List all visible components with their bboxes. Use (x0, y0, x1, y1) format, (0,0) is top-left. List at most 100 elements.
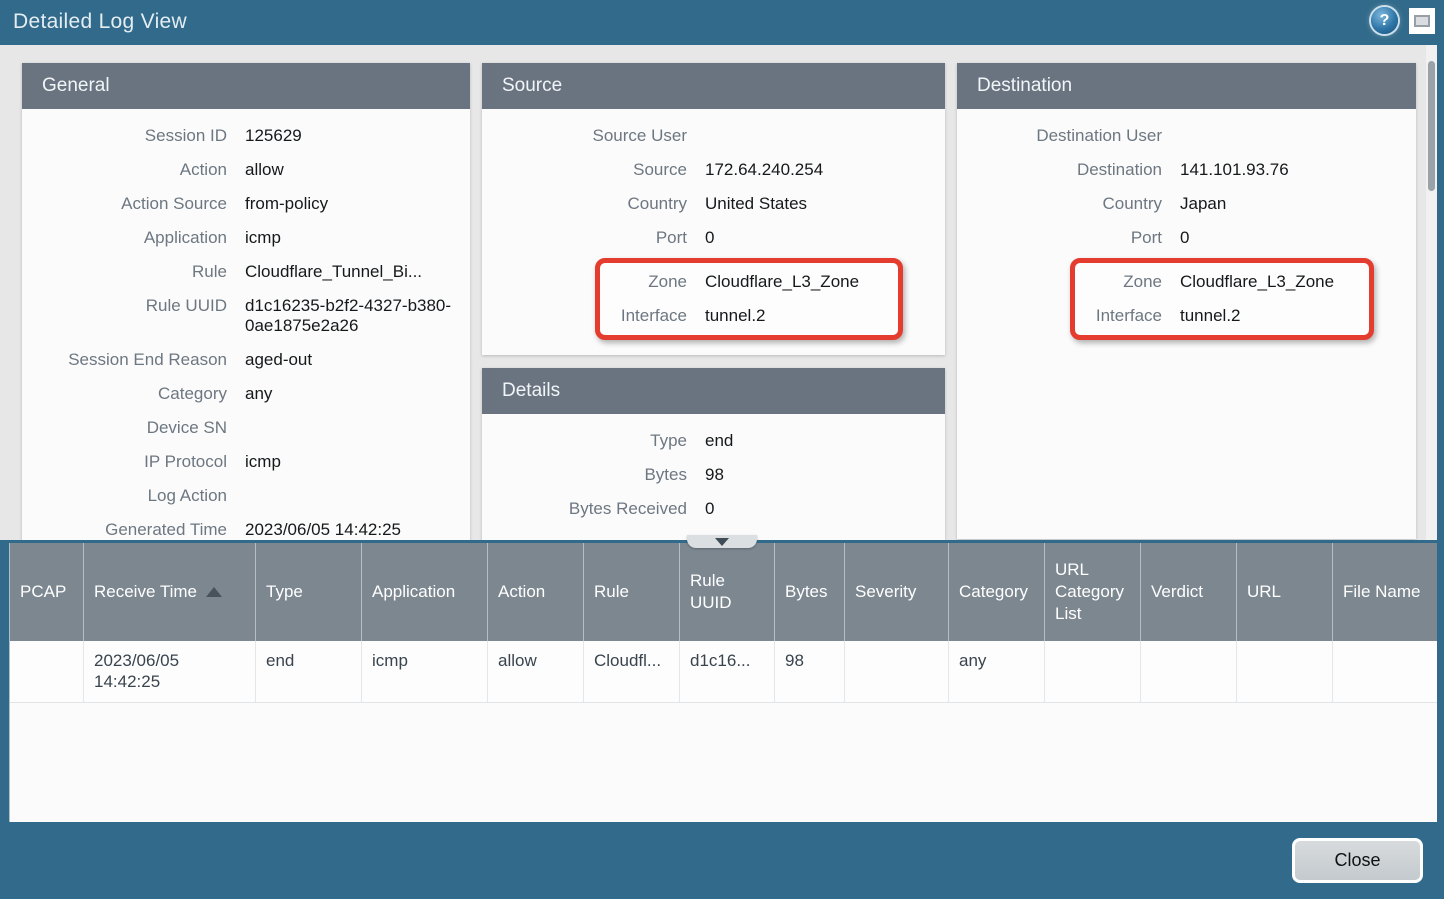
column-header-application[interactable]: Application (361, 543, 487, 641)
source-panel: SourceSource UserSource172.64.240.254Cou… (482, 63, 945, 355)
column-header-verdict[interactable]: Verdict (1140, 543, 1236, 641)
field-destination: Destination141.101.93.76 (957, 153, 1416, 187)
field-value-generated-time: 2023/06/05 14:42:25 (245, 520, 470, 540)
column-header-rule-uuid[interactable]: Rule UUID (679, 543, 774, 641)
field-value-category: any (245, 384, 470, 404)
panel-body-source: Source UserSource172.64.240.254CountryUn… (482, 109, 945, 355)
field-action: Actionallow (22, 153, 470, 187)
field-label-action: Action (22, 160, 227, 180)
column-header-type[interactable]: Type (255, 543, 361, 641)
field-label-bytes-received: Bytes Received (482, 499, 687, 519)
field-action-source: Action Source from-policy (22, 187, 470, 221)
field-value-application: icmp (245, 228, 470, 248)
column-label: Verdict (1151, 581, 1203, 603)
column-header-bytes[interactable]: Bytes (774, 543, 844, 641)
field-value-destination: 141.101.93.76 (1180, 160, 1416, 180)
collapse-pane-handle[interactable] (687, 535, 757, 548)
scrollbar-thumb[interactable] (1428, 61, 1435, 191)
field-label-application: Application (22, 228, 227, 248)
highlight-annotation-box: ZoneCloudflare_L3_ZoneInterfacetunnel.2 (595, 258, 903, 340)
panel-body-general: Session ID125629ActionallowAction Source… (22, 109, 470, 540)
field-label-interface: Interface (600, 306, 687, 326)
field-value-port: 0 (1180, 228, 1416, 248)
field-value-bytes-received: 0 (705, 499, 945, 519)
field-application: Application icmp (22, 221, 470, 255)
field-label-country: Country (482, 194, 687, 214)
cell-type: end (255, 641, 361, 702)
field-destination-user: Destination User (957, 119, 1416, 153)
field-value-action-source: from-policy (245, 194, 470, 214)
column-header-pcap[interactable]: PCAP (10, 543, 83, 641)
field-label-interface: Interface (1075, 306, 1162, 326)
column-header-receive-time[interactable]: Receive Time (83, 543, 255, 641)
field-value-source: 172.64.240.254 (705, 160, 945, 180)
cell-severity (844, 641, 948, 702)
column-label: URL (1247, 581, 1281, 603)
panel-header-general: General (22, 63, 470, 109)
table-row[interactable]: 2023/06/05 14:42:25endicmpallowCloudfl..… (10, 641, 1437, 703)
field-log-action: Log Action (22, 479, 470, 513)
field-label-session-id: Session ID (22, 126, 227, 146)
panel-body-details: TypeendBytes98Bytes Received0 (482, 414, 945, 538)
scrollbar-track[interactable] (1426, 45, 1437, 540)
field-label-destination-user: Destination User (957, 126, 1162, 146)
field-value-ip-protocol: icmp (245, 452, 470, 472)
details-panel: DetailsTypeendBytes98Bytes Received0 (482, 368, 945, 540)
column-header-rule[interactable]: Rule (583, 543, 679, 641)
column-label: File Name (1343, 581, 1420, 603)
field-value-country: United States (705, 194, 945, 214)
cell-application: icmp (361, 641, 487, 702)
field-interface: Interfacetunnel.2 (1075, 299, 1363, 333)
field-label-log-action: Log Action (22, 486, 227, 506)
field-rule-uuid: Rule UUIDd1c16235-b2f2-4327-b380-0ae1875… (22, 289, 470, 343)
field-source: Source172.64.240.254 (482, 153, 945, 187)
cell-action: allow (487, 641, 583, 702)
column-label: URL Category List (1055, 559, 1130, 625)
field-port: Port0 (957, 221, 1416, 255)
field-label-action-source: Action Source (22, 194, 227, 214)
column-label: PCAP (20, 581, 66, 603)
field-label-port: Port (482, 228, 687, 248)
column-header-file-name[interactable]: File Name (1332, 543, 1437, 641)
field-rule: RuleCloudflare_Tunnel_Bi... (22, 255, 470, 289)
column-label: Type (266, 581, 303, 603)
field-value-zone: Cloudflare_L3_Zone (1180, 272, 1363, 292)
field-value-rule-uuid: d1c16235-b2f2-4327-b380-0ae1875e2a26 (245, 296, 470, 336)
column-label: Application (372, 581, 455, 603)
field-value-type: end (705, 431, 945, 451)
panel-header-destination: Destination (957, 63, 1416, 109)
cell-rule-uuid: d1c16... (679, 641, 774, 702)
column-header-severity[interactable]: Severity (844, 543, 948, 641)
help-icon[interactable]: ? (1371, 7, 1398, 34)
column-header-action[interactable]: Action (487, 543, 583, 641)
field-interface: Interface tunnel.2 (600, 299, 892, 333)
field-ip-protocol: IP Protocolicmp (22, 445, 470, 479)
field-value-device-sn (245, 418, 470, 438)
field-generated-time: Generated Time 2023/06/05 14:42:25 (22, 513, 470, 540)
general-panel: GeneralSession ID125629ActionallowAction… (22, 63, 470, 540)
column-header-url-category-list[interactable]: URL Category List (1044, 543, 1140, 641)
column-label: Receive Time (94, 581, 197, 603)
log-table-pane: PCAP Receive Time Type Application Action Rul… (9, 543, 1437, 822)
column-label: Action (498, 581, 545, 603)
title-bar-icons: ? (1371, 7, 1435, 34)
restore-window-icon[interactable] (1409, 8, 1435, 34)
cell-file-name (1332, 641, 1437, 702)
column-label: Severity (855, 581, 916, 603)
field-value-bytes: 98 (705, 465, 945, 485)
field-value-source-user (705, 126, 945, 146)
field-label-device-sn: Device SN (22, 418, 227, 438)
field-bytes-received: Bytes Received 0 (482, 492, 945, 526)
cell-pcap (10, 641, 83, 702)
close-button[interactable]: Close (1292, 838, 1423, 883)
field-value-port: 0 (705, 228, 945, 248)
title-bar: Detailed Log View ? (0, 0, 1444, 45)
column-label: Category (959, 581, 1028, 603)
column-label: Rule (594, 581, 629, 603)
column-header-category[interactable]: Category (948, 543, 1044, 641)
column-header-url[interactable]: URL (1236, 543, 1332, 641)
cell-bytes: 98 (774, 641, 844, 702)
field-value-session-id: 125629 (245, 126, 470, 146)
field-value-interface: tunnel.2 (705, 306, 892, 326)
field-label-generated-time: Generated Time (22, 520, 227, 540)
